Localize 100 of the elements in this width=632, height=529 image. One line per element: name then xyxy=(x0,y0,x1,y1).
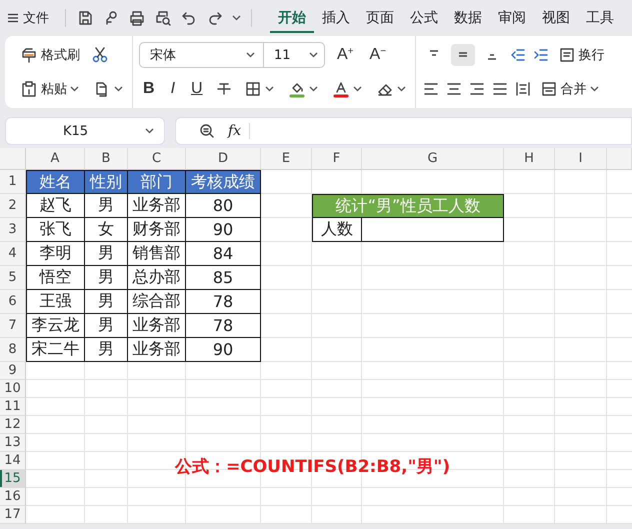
table-cell: 总办部 xyxy=(128,266,186,290)
table-cell: 业务部 xyxy=(128,314,186,338)
chevron-down-icon[interactable] xyxy=(114,86,123,92)
row-header[interactable]: 11 xyxy=(0,398,26,416)
chevron-down-icon[interactable] xyxy=(396,86,406,92)
ribbon-tab[interactable]: 插入 xyxy=(314,3,358,33)
ribbon-tab[interactable]: 页面 xyxy=(358,3,402,33)
font-name-dropdown[interactable]: 宋体 xyxy=(140,43,264,67)
row-header[interactable]: 4 xyxy=(0,242,26,266)
chevron-down-icon[interactable] xyxy=(264,86,274,92)
ribbon-tab[interactable]: 数据 xyxy=(446,3,490,33)
table-cell: 78 xyxy=(186,314,261,338)
table-cell: 男 xyxy=(85,338,128,362)
font-size-dropdown[interactable]: 11 xyxy=(264,48,324,62)
scissors-icon[interactable] xyxy=(91,46,109,64)
row-header[interactable]: 13 xyxy=(0,434,26,452)
italic-button[interactable]: I xyxy=(166,80,180,98)
table-cell: 78 xyxy=(186,290,261,314)
font-color-icon[interactable] xyxy=(332,80,350,98)
column-header[interactable]: F xyxy=(312,148,362,170)
more-icon[interactable] xyxy=(232,15,241,21)
column-header[interactable]: D xyxy=(186,148,261,170)
file-menu[interactable]: 文件 xyxy=(8,9,55,27)
formula-bar[interactable]: fx xyxy=(175,117,632,145)
column-header[interactable]: I xyxy=(555,148,607,170)
column-header[interactable]: E xyxy=(261,148,312,170)
wrap-text-icon[interactable] xyxy=(558,46,576,64)
name-box[interactable]: K15 xyxy=(5,117,165,145)
ribbon-tab[interactable]: 公式 xyxy=(402,3,446,33)
chevron-down-icon[interactable] xyxy=(145,128,154,134)
column-header[interactable]: A xyxy=(26,148,85,170)
bold-button[interactable]: B xyxy=(139,80,159,98)
paste-button[interactable]: 粘贴 xyxy=(17,78,82,100)
format-painter-button[interactable]: 格式刷 xyxy=(17,44,83,66)
row-header[interactable]: 2 xyxy=(0,194,26,218)
row-header[interactable]: 16 xyxy=(0,488,26,506)
table-cell: 宋二牛 xyxy=(26,338,85,362)
ribbon-tab[interactable]: 工具 xyxy=(578,3,622,33)
chevron-down-icon[interactable] xyxy=(70,86,79,92)
table-cell: 男 xyxy=(85,242,128,266)
table-cell: 业务部 xyxy=(128,194,186,218)
print-icon[interactable] xyxy=(128,9,146,27)
row-header[interactable]: 10 xyxy=(0,380,26,398)
print-preview-icon[interactable] xyxy=(154,9,172,27)
row-header[interactable]: 5 xyxy=(0,266,26,290)
function-label[interactable]: fx xyxy=(228,123,250,139)
table-cell: 男 xyxy=(85,194,128,218)
column-header[interactable]: G xyxy=(362,148,504,170)
row-header[interactable]: 12 xyxy=(0,416,26,434)
brush-icon[interactable] xyxy=(20,46,38,64)
formula-annotation: 公式：=COUNTIFS(B2:B8,"男") xyxy=(175,456,450,478)
table-cell: 财务部 xyxy=(128,218,186,242)
header-cell: 性别 xyxy=(85,170,128,194)
column-header[interactable]: C xyxy=(128,148,186,170)
table-cell: 李云龙 xyxy=(26,314,85,338)
menu-icon[interactable] xyxy=(8,13,18,23)
clipboard-icon[interactable] xyxy=(20,80,38,98)
row-header[interactable]: 17 xyxy=(0,506,26,524)
table-cell: 男 xyxy=(85,290,128,314)
ribbon-tab[interactable]: 审阅 xyxy=(490,3,534,33)
row-header[interactable]: 3 xyxy=(0,218,26,242)
result-cell[interactable] xyxy=(362,218,504,242)
column-header[interactable]: H xyxy=(504,148,555,170)
table-cell: 悟空 xyxy=(26,266,85,290)
merge-icon[interactable] xyxy=(540,80,558,98)
table-cell: 赵飞 xyxy=(26,194,85,218)
row-header[interactable]: 6 xyxy=(0,290,26,314)
chevron-down-icon[interactable] xyxy=(590,86,599,92)
row-header[interactable]: 9 xyxy=(0,362,26,380)
chevron-down-icon[interactable] xyxy=(246,52,255,58)
distribute-icon[interactable] xyxy=(514,80,532,98)
column-header[interactable]: B xyxy=(85,148,128,170)
font-size-button[interactable]: A+ xyxy=(333,46,358,64)
underline-button[interactable]: U xyxy=(187,80,207,98)
ribbon-tab[interactable]: 开始 xyxy=(270,3,314,33)
table-cell: 85 xyxy=(186,266,261,290)
table-cell: 人数 xyxy=(312,218,362,242)
table-cell: 张飞 xyxy=(26,218,85,242)
header-cell: 姓名 xyxy=(26,170,85,194)
wrap-text-button[interactable]: 换行 xyxy=(554,44,608,66)
row-header[interactable]: 14 xyxy=(0,452,26,470)
ribbon-tab[interactable]: 视图 xyxy=(534,3,578,33)
chevron-down-icon[interactable] xyxy=(308,86,318,92)
table-cell: 业务部 xyxy=(128,338,186,362)
header-cell: 考核成绩 xyxy=(186,170,261,194)
table-cell: 84 xyxy=(186,242,261,266)
chevron-down-icon[interactable] xyxy=(309,52,318,58)
table-cell: 女 xyxy=(85,218,128,242)
merge-button[interactable]: 合并 xyxy=(536,78,602,100)
row-header[interactable]: 7 xyxy=(0,314,26,338)
table-cell: 男 xyxy=(85,314,128,338)
row-header[interactable]: 15 xyxy=(0,470,26,488)
table-cell: 男 xyxy=(85,266,128,290)
row-header[interactable]: 8 xyxy=(0,338,26,362)
borders-icon[interactable] xyxy=(244,80,262,98)
chevron-down-icon[interactable] xyxy=(352,86,362,92)
font-size-button[interactable]: A− xyxy=(366,46,390,64)
table-cell: 90 xyxy=(186,338,261,362)
row-header[interactable]: 1 xyxy=(0,170,26,194)
zoom-icon[interactable] xyxy=(198,122,216,140)
